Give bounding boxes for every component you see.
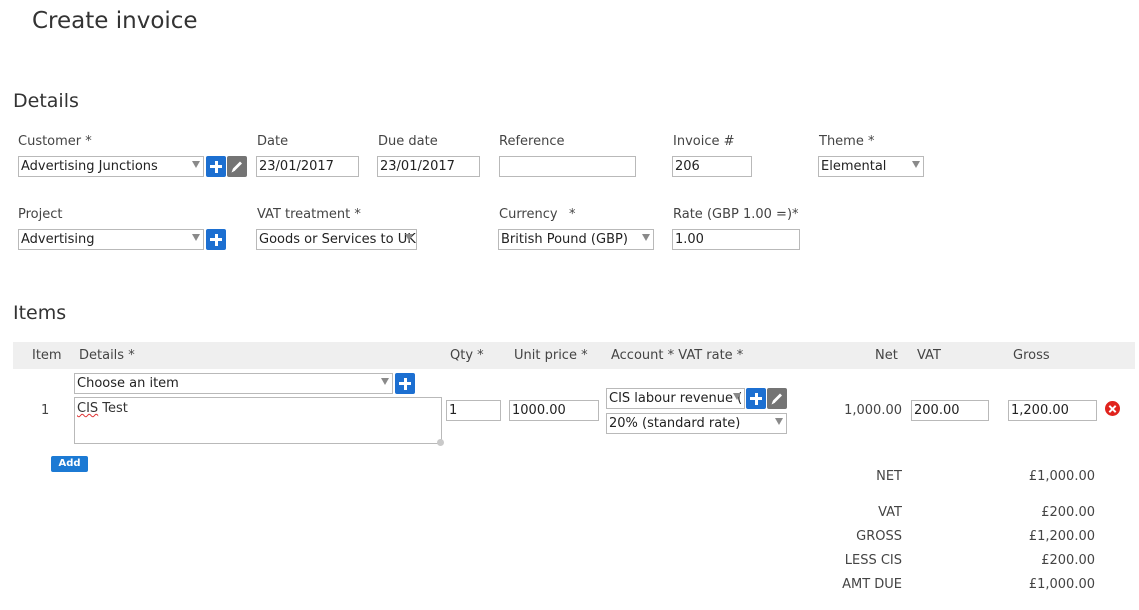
column-header-account-vat: Account * VAT rate * bbox=[611, 348, 744, 363]
add-item-button[interactable] bbox=[395, 373, 415, 394]
date-input[interactable]: 23/01/2017 bbox=[256, 156, 359, 177]
total-value-amt-due: £1,000.00 bbox=[1028, 577, 1095, 592]
chevron-down-icon bbox=[733, 393, 741, 400]
rate-label: Rate (GBP 1.00 =) bbox=[673, 207, 793, 222]
due-date-label: Due date bbox=[378, 134, 438, 149]
gross-value: 1,200.00 bbox=[1011, 403, 1069, 418]
chevron-down-icon bbox=[912, 161, 920, 168]
invoice-number-value: 206 bbox=[675, 159, 700, 174]
unit-price-value: 1000.00 bbox=[512, 403, 566, 418]
total-value-gross: £1,200.00 bbox=[1028, 529, 1095, 544]
total-label-gross: GROSS bbox=[856, 529, 902, 544]
vat-treatment-select[interactable]: Goods or Services to UK bbox=[256, 229, 417, 250]
add-account-button[interactable] bbox=[746, 388, 766, 409]
column-header-vat: VAT bbox=[917, 348, 941, 363]
currency-label: Currency bbox=[499, 207, 558, 222]
account-select[interactable]: CIS labour revenue ( bbox=[606, 388, 745, 409]
column-header-details: Details * bbox=[79, 348, 135, 363]
date-label: Date bbox=[257, 134, 289, 149]
details-heading: Details bbox=[13, 90, 79, 112]
total-label-amt-due: AMT DUE bbox=[842, 577, 902, 592]
chevron-down-icon bbox=[192, 234, 200, 241]
resize-handle-icon[interactable] bbox=[437, 439, 444, 446]
edit-account-button[interactable] bbox=[767, 388, 787, 409]
currency-value: British Pound (GBP) bbox=[501, 232, 628, 247]
qty-value: 1 bbox=[449, 403, 458, 418]
column-header-net: Net bbox=[875, 348, 898, 363]
pencil-icon bbox=[231, 161, 242, 173]
choose-item-value: Choose an item bbox=[77, 376, 179, 391]
vat-rate-select[interactable]: 20% (standard rate) bbox=[606, 413, 787, 434]
qty-input[interactable]: 1 bbox=[446, 400, 501, 421]
theme-select[interactable]: Elemental bbox=[818, 156, 924, 177]
reference-input[interactable] bbox=[499, 156, 636, 177]
chevron-down-icon bbox=[405, 234, 413, 241]
details-text-rest: Test bbox=[98, 401, 128, 416]
unit-price-input[interactable]: 1000.00 bbox=[509, 400, 599, 421]
project-select[interactable]: Advertising bbox=[18, 229, 204, 250]
invoice-number-label: Invoice # bbox=[673, 134, 735, 149]
date-value: 23/01/2017 bbox=[259, 159, 334, 174]
due-date-input[interactable]: 23/01/2017 bbox=[377, 156, 480, 177]
details-textarea[interactable]: CIS Test bbox=[74, 397, 444, 446]
column-header-qty: Qty * bbox=[450, 348, 484, 363]
currency-select[interactable]: British Pound (GBP) bbox=[498, 229, 654, 250]
remove-row-icon[interactable] bbox=[1105, 401, 1120, 416]
theme-value: Elemental bbox=[821, 159, 887, 174]
customer-label: Customer * bbox=[18, 134, 92, 149]
vat-value: 200.00 bbox=[914, 403, 960, 418]
chevron-down-icon bbox=[642, 234, 650, 241]
add-customer-button[interactable] bbox=[206, 156, 226, 177]
project-label: Project bbox=[18, 207, 63, 222]
vat-treatment-value: Goods or Services to UK bbox=[259, 232, 416, 247]
item-number: 1 bbox=[41, 403, 50, 418]
project-value: Advertising bbox=[21, 232, 95, 247]
column-header-item: Item bbox=[32, 348, 62, 363]
rate-input[interactable]: 1.00 bbox=[672, 229, 800, 250]
customer-select[interactable]: Advertising Junctions bbox=[18, 156, 204, 177]
reference-label: Reference bbox=[499, 134, 565, 149]
total-label-net: NET bbox=[876, 469, 902, 484]
net-value: 1,000.00 bbox=[844, 403, 902, 418]
choose-item-select[interactable]: Choose an item bbox=[74, 373, 393, 394]
rate-value: 1.00 bbox=[675, 232, 704, 247]
page-title: Create invoice bbox=[32, 8, 198, 34]
column-header-gross: Gross bbox=[1013, 348, 1050, 363]
chevron-down-icon bbox=[775, 418, 783, 425]
chevron-down-icon bbox=[192, 161, 200, 168]
total-label-less-cis: LESS CIS bbox=[844, 553, 902, 568]
vat-rate-value: 20% (standard rate) bbox=[609, 416, 741, 431]
invoice-number-input[interactable]: 206 bbox=[672, 156, 752, 177]
gross-input[interactable]: 1,200.00 bbox=[1008, 400, 1097, 421]
add-project-button[interactable] bbox=[206, 229, 226, 250]
customer-value: Advertising Junctions bbox=[21, 159, 158, 174]
currency-required-star: * bbox=[569, 207, 576, 222]
pencil-icon bbox=[771, 393, 782, 405]
add-line-button[interactable]: Add bbox=[51, 456, 88, 472]
edit-customer-button[interactable] bbox=[227, 156, 247, 177]
total-label-vat: VAT bbox=[878, 505, 902, 520]
details-text-first: CIS bbox=[77, 401, 99, 416]
total-value-net: £1,000.00 bbox=[1028, 469, 1095, 484]
rate-required-star: * bbox=[792, 207, 799, 222]
total-value-vat: £200.00 bbox=[1041, 505, 1095, 520]
account-value: CIS labour revenue ( bbox=[609, 391, 743, 406]
theme-label: Theme * bbox=[819, 134, 875, 149]
due-date-value: 23/01/2017 bbox=[380, 159, 455, 174]
vat-treatment-label: VAT treatment * bbox=[257, 207, 361, 222]
chevron-down-icon bbox=[381, 378, 389, 385]
vat-input[interactable]: 200.00 bbox=[911, 400, 989, 421]
items-heading: Items bbox=[13, 302, 67, 324]
column-header-unit-price: Unit price * bbox=[514, 348, 588, 363]
total-value-less-cis: £200.00 bbox=[1041, 553, 1095, 568]
